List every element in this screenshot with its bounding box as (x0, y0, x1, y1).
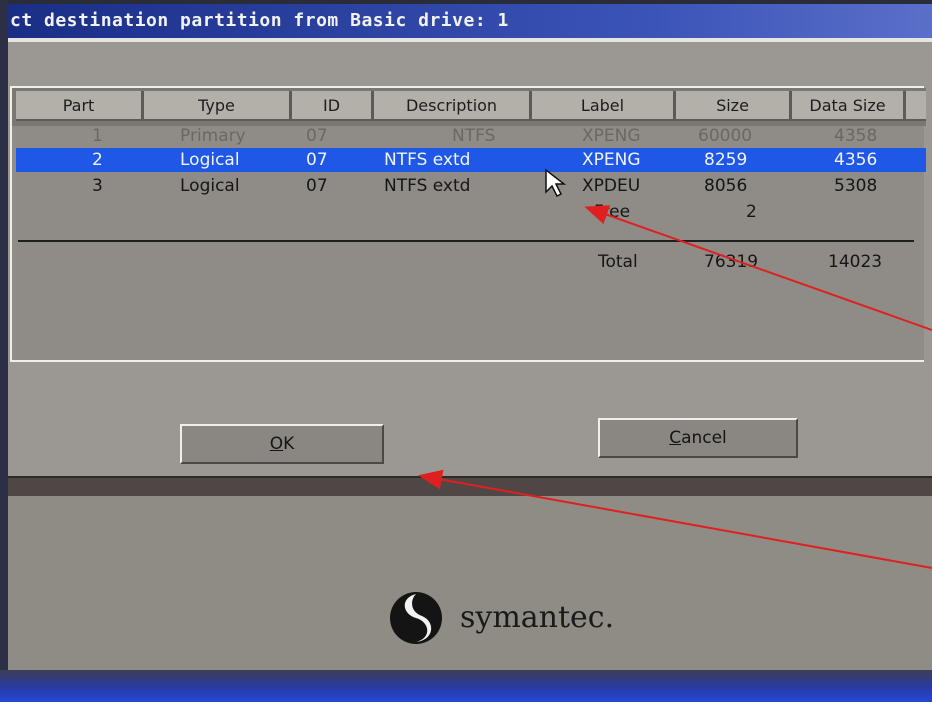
cancel-button[interactable]: Cancel (598, 418, 798, 458)
ok-label: K (283, 434, 295, 454)
cell-data-size: 5308 (834, 176, 878, 196)
title-separator (8, 38, 932, 42)
column-header-type[interactable]: Type (144, 91, 292, 121)
cell-label: XPENG (582, 150, 641, 170)
cell-size: 60000 (698, 126, 753, 146)
total-divider (18, 240, 914, 242)
cell-description: NTFS (452, 126, 496, 146)
cell-id: 07 (306, 150, 328, 170)
cell-id: 07 (306, 176, 328, 196)
column-header-label[interactable]: Label (532, 91, 676, 121)
cell-id: 07 (306, 126, 328, 146)
cell-size: 8259 (704, 150, 748, 170)
partition-table: Part Type ID Description Label Size Data… (10, 86, 926, 362)
column-header-id[interactable]: ID (292, 91, 374, 121)
cancel-label: ancel (681, 428, 727, 448)
total-data-size: 14023 (828, 252, 883, 272)
cell-type: Primary (180, 126, 246, 146)
cell-label: XPENG (582, 126, 641, 146)
table-row-free[interactable]: Free 2 (16, 200, 926, 224)
cell-label: XPDEU (582, 176, 641, 196)
desktop-background (0, 670, 932, 702)
ok-button[interactable]: OK (180, 424, 384, 464)
cell-data-size: 4358 (834, 126, 878, 146)
table-row-selected[interactable]: 2 Logical 07 NTFS extd XPENG 8259 4356 (16, 148, 926, 172)
table-row[interactable]: 3 Logical 07 NTFS extd XPDEU 8056 5308 (16, 174, 926, 198)
cell-part: 2 (92, 150, 103, 170)
cell-description: NTFS extd (384, 150, 471, 170)
ok-mnemonic: O (269, 434, 284, 454)
column-header-extra (906, 91, 926, 121)
column-header-description[interactable]: Description (374, 91, 532, 121)
table-header: Part Type ID Description Label Size Data… (12, 88, 926, 126)
cell-size: 2 (746, 202, 757, 222)
cell-label: Free (594, 202, 631, 222)
column-header-size[interactable]: Size (676, 91, 792, 121)
brand-name: symantec. (460, 600, 615, 635)
cell-data-size: 4356 (834, 150, 878, 170)
cell-type: Logical (180, 176, 240, 196)
column-header-part[interactable]: Part (16, 91, 144, 121)
cell-size: 8056 (704, 176, 748, 196)
table-row[interactable]: 1 Primary 07 NTFS XPENG 60000 4358 (16, 124, 926, 148)
dialog-bottom-band (8, 476, 932, 498)
total-size: 76319 (704, 252, 759, 272)
cell-description: NTFS extd (384, 176, 471, 196)
dialog-title: ct destination partition from Basic driv… (8, 4, 932, 38)
screen-edge (0, 0, 8, 702)
cell-part: 1 (92, 126, 103, 146)
cell-part: 3 (92, 176, 103, 196)
cancel-mnemonic: C (669, 428, 682, 448)
screen: ct destination partition from Basic driv… (0, 0, 932, 702)
column-header-data-size[interactable]: Data Size (792, 91, 906, 121)
cell-type: Logical (180, 150, 240, 170)
total-label: Total (598, 252, 638, 272)
